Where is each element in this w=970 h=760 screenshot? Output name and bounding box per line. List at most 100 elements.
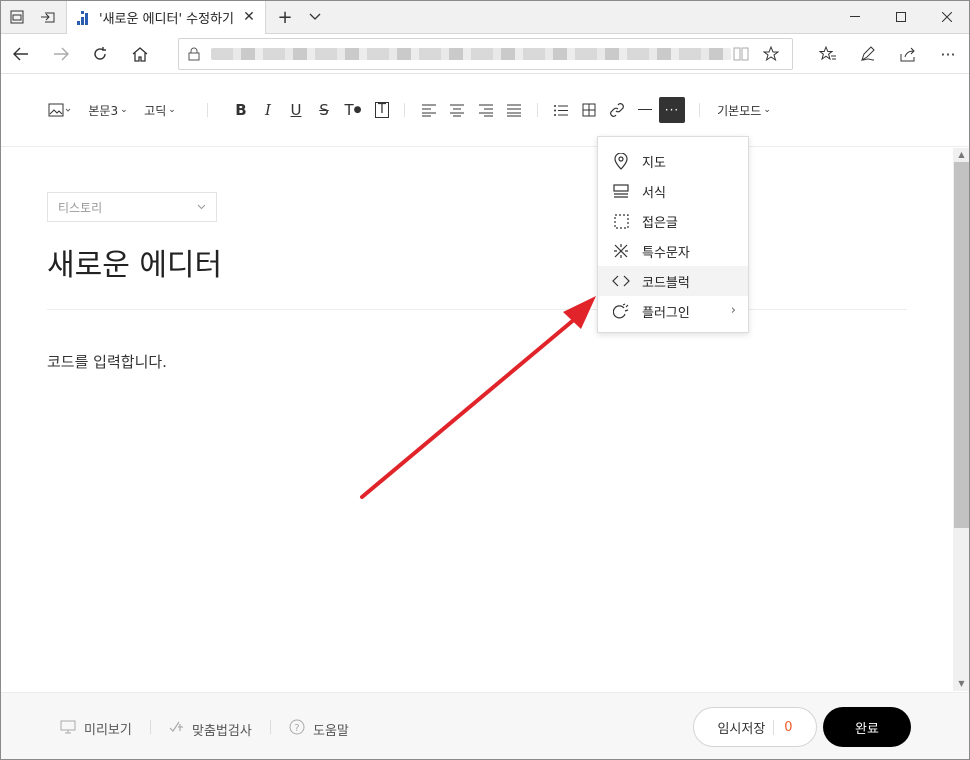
align-center-icon <box>450 104 464 116</box>
align-justify-button[interactable] <box>503 97 525 123</box>
align-left-button[interactable] <box>418 97 440 123</box>
home-icon[interactable] <box>124 38 156 70</box>
horizontal-line-icon <box>638 109 652 110</box>
tistory-favicon-icon <box>77 10 91 25</box>
editor-mode-label: 기본모드 <box>717 103 762 118</box>
post-body[interactable]: 코드를 입력합니다. <box>47 351 167 372</box>
align-left-icon <box>422 104 436 116</box>
menu-item-plugin[interactable]: 플러그인 › <box>598 296 748 326</box>
bottom-separator <box>270 720 271 734</box>
toolbar-separator <box>699 103 700 117</box>
maximize-icon[interactable] <box>878 0 924 34</box>
menu-item-label: 서식 <box>642 185 666 201</box>
scroll-down-icon[interactable]: ▼ <box>953 677 970 691</box>
text-background-button[interactable]: T <box>371 97 393 123</box>
category-select[interactable]: 티스토리 <box>47 192 217 222</box>
menu-item-label: 코드블럭 <box>642 275 690 291</box>
browser-tab-bar: '새로운 에디터' 수정하기 ✕ + <box>0 0 970 35</box>
font-dropdown[interactable]: 고딕 ⌄ <box>142 97 178 123</box>
favorites-icon[interactable] <box>812 38 844 70</box>
editor-mode-dropdown[interactable]: 기본모드 ⌄ <box>714 97 774 123</box>
help-icon: ? <box>289 719 305 739</box>
underline-button[interactable]: U <box>285 97 307 123</box>
plugin-icon <box>612 302 630 320</box>
spellcheck-label: 맞춤법검사 <box>192 723 252 739</box>
menu-item-label: 접은글 <box>642 215 678 231</box>
scroll-thumb[interactable] <box>954 162 969 528</box>
italic-button[interactable]: I <box>257 97 279 123</box>
post-title[interactable]: 새로운 에디터 <box>47 240 222 284</box>
set-aside-tabs-icon[interactable] <box>33 0 63 34</box>
favorite-star-icon[interactable] <box>763 46 779 62</box>
horizontal-line-button[interactable] <box>634 97 656 123</box>
editor-toolbar: 본문3 ⌄ 고딕 ⌄ B I U S T ● T ··· 기본모드 ⌄ <box>0 75 970 147</box>
menu-item-fold[interactable]: 접은글 <box>598 206 748 236</box>
list-icon <box>554 104 568 116</box>
new-tab-icon[interactable]: + <box>270 0 300 34</box>
menu-item-code-block[interactable]: 코드블럭 <box>598 266 748 296</box>
paragraph-style-dropdown[interactable]: 본문3 ⌄ <box>86 97 130 123</box>
refresh-icon[interactable] <box>84 38 116 70</box>
menu-item-label: 플러그인 <box>642 305 690 321</box>
toolbar-separator <box>207 103 208 117</box>
category-label: 티스토리 <box>58 200 103 215</box>
align-center-button[interactable] <box>446 97 468 123</box>
reading-view-icon[interactable] <box>733 47 749 61</box>
done-button[interactable]: 완료 <box>823 707 911 747</box>
align-right-icon <box>479 104 493 116</box>
forward-icon[interactable] <box>45 38 77 70</box>
link-icon <box>610 103 624 117</box>
spellcheck-button[interactable]: 맞춤법검사 <box>168 719 252 739</box>
monitor-icon <box>60 720 76 738</box>
bold-button[interactable]: B <box>230 97 252 123</box>
menu-item-template[interactable]: 서식 <box>598 176 748 206</box>
menu-item-special-char[interactable]: 특수문자 <box>598 236 748 266</box>
insert-image-button[interactable] <box>46 97 74 123</box>
code-icon <box>612 272 630 290</box>
fold-icon <box>612 212 630 230</box>
help-label: 도움말 <box>313 723 349 739</box>
link-button[interactable] <box>606 97 628 123</box>
map-pin-icon <box>612 152 630 170</box>
font-label: 고딕 <box>144 103 167 118</box>
pen-icon[interactable] <box>852 38 884 70</box>
lock-icon <box>188 47 200 61</box>
list-button[interactable] <box>550 97 572 123</box>
share-icon[interactable] <box>892 38 924 70</box>
text-background-label: T <box>375 102 389 118</box>
temp-save-count: 0 <box>773 719 793 735</box>
back-icon[interactable] <box>5 38 37 70</box>
chevron-down-icon <box>197 204 206 210</box>
preview-label: 미리보기 <box>84 723 132 738</box>
close-tab-icon[interactable]: ✕ <box>241 9 257 25</box>
help-button[interactable]: ? 도움말 <box>289 719 349 739</box>
image-icon <box>48 103 71 117</box>
text-color-button[interactable]: T ● <box>342 97 364 123</box>
paragraph-style-label: 본문3 <box>88 103 119 118</box>
tab-active[interactable]: '새로운 에디터' 수정하기 ✕ <box>66 0 266 35</box>
chevron-down-icon[interactable] <box>300 0 330 34</box>
tab-actions-icon[interactable] <box>2 0 32 34</box>
table-button[interactable] <box>578 97 600 123</box>
toolbar-separator <box>537 103 538 117</box>
more-tools-button[interactable]: ··· <box>659 97 685 123</box>
special-char-icon <box>612 242 630 260</box>
align-right-button[interactable] <box>475 97 497 123</box>
minimize-icon[interactable] <box>832 0 878 34</box>
scroll-up-icon[interactable]: ▲ <box>953 148 970 162</box>
temp-save-label: 임시저장 <box>717 721 766 737</box>
preview-button[interactable]: 미리보기 <box>60 719 132 738</box>
chevron-right-icon: › <box>730 303 736 318</box>
strikethrough-button[interactable]: S <box>313 97 335 123</box>
url-field[interactable] <box>178 38 793 70</box>
menu-item-label: 특수문자 <box>642 245 690 261</box>
title-divider <box>47 309 907 310</box>
align-justify-icon <box>507 104 521 116</box>
bottom-separator <box>150 720 151 734</box>
table-icon <box>582 103 596 117</box>
vertical-scrollbar[interactable]: ▲ ▼ <box>953 148 970 691</box>
more-options-icon[interactable]: ··· <box>932 38 964 70</box>
menu-item-map[interactable]: 지도 <box>598 146 748 176</box>
temp-save-button[interactable]: 임시저장 0 <box>693 707 817 747</box>
close-window-icon[interactable] <box>924 0 970 34</box>
